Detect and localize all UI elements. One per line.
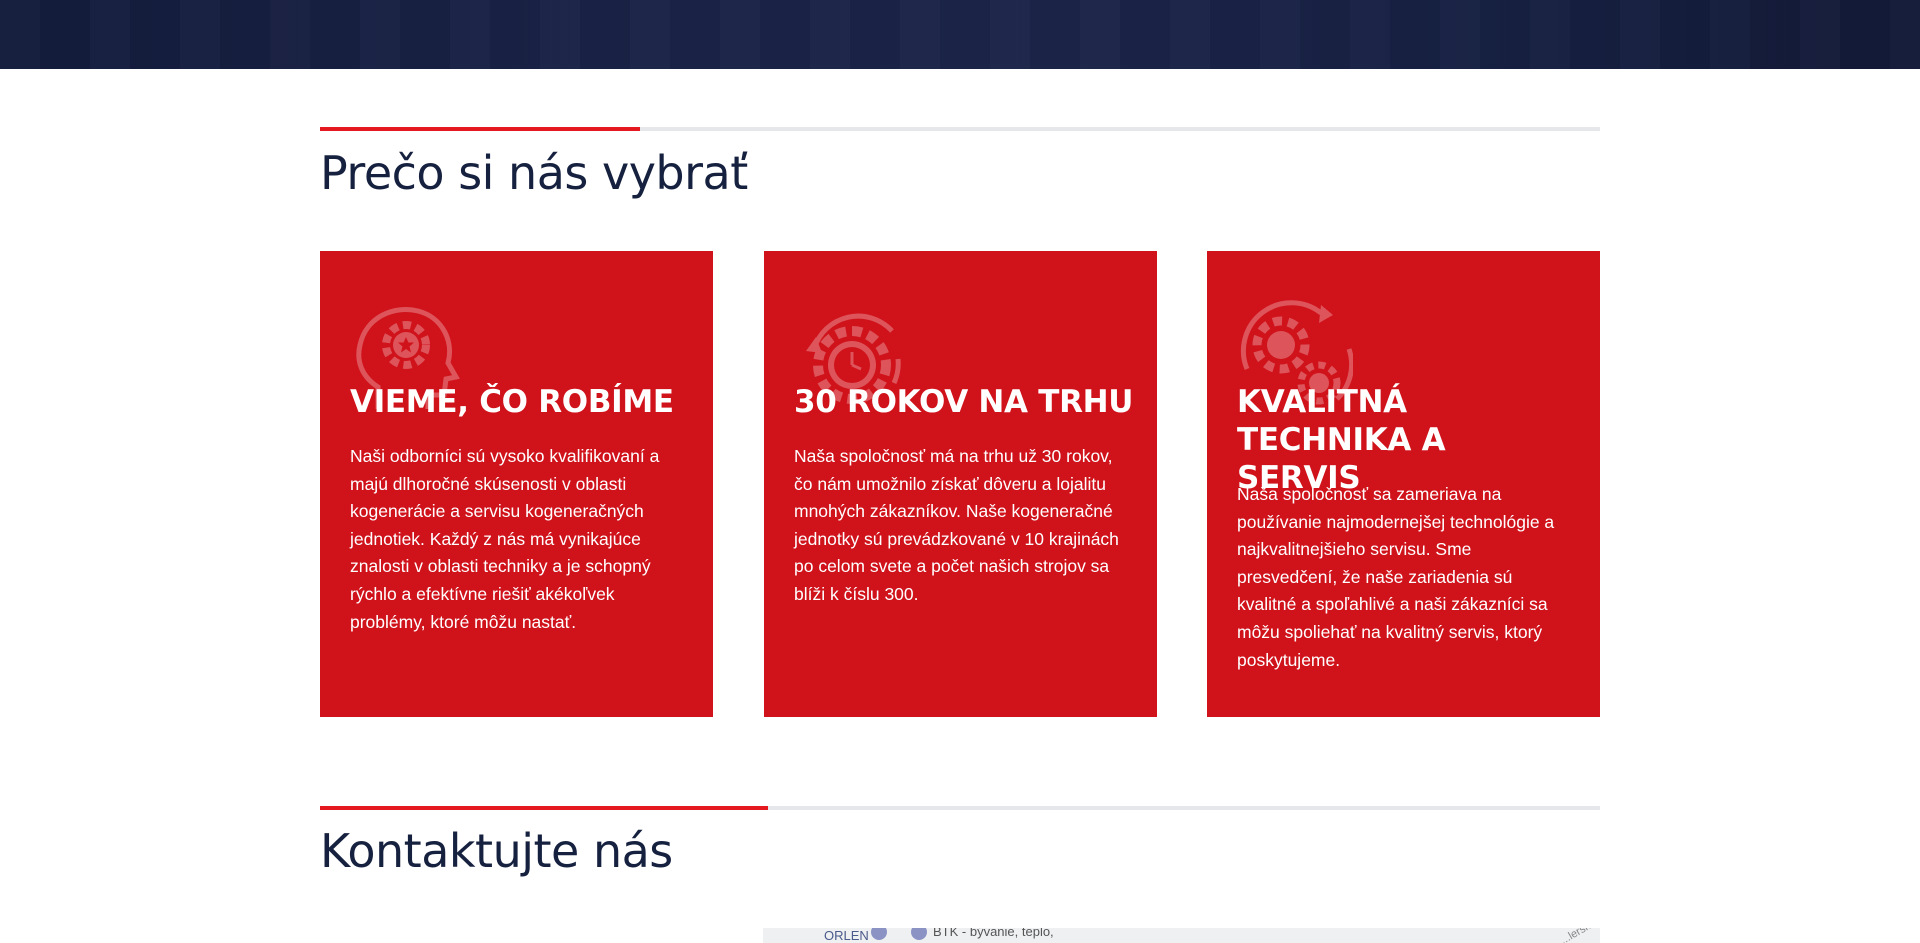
map-label: BTK - bývanie, teplo, xyxy=(933,928,1054,939)
feature-card-years: 30 ROKOV NA TRHU Naša spoločnosť má na t… xyxy=(764,251,1157,717)
section-divider-accent xyxy=(320,806,768,810)
map-pin-icon[interactable] xyxy=(871,928,887,940)
map-pin-icon[interactable] xyxy=(911,928,927,940)
hero-banner xyxy=(0,0,1920,69)
feature-card-expertise: VIEME, ČO ROBÍME Naši odborníci sú vysok… xyxy=(320,251,713,717)
feature-card-technology: KVALITNÁ TECHNIKA A SERVIS Naša spoločno… xyxy=(1207,251,1600,717)
card-title: 30 ROKOV NA TRHU xyxy=(794,384,1134,420)
card-text: Naša spoločnosť sa zameriava na používan… xyxy=(1237,484,1555,670)
map-label: ...lerská xyxy=(1559,928,1599,943)
card-text: Naša spoločnosť má na trhu už 30 rokov, … xyxy=(794,446,1119,604)
map-label: ORLEN xyxy=(824,928,869,943)
card-text: Naši odborníci sú vysoko kvalifikovaní a… xyxy=(350,446,660,632)
section-divider xyxy=(320,806,1600,810)
card-title: VIEME, ČO ROBÍME xyxy=(350,384,674,420)
section-divider xyxy=(320,127,1600,131)
why-us-title: Prečo si nás vybrať xyxy=(320,146,748,200)
section-divider-accent xyxy=(320,127,640,131)
map-embed[interactable]: ORLEN BTK - bývanie, teplo, ...lerská xyxy=(763,928,1600,943)
card-title: KVALITNÁ TECHNIKA A SERVIS xyxy=(1237,384,1446,496)
contact-title: Kontaktujte nás xyxy=(320,824,673,878)
